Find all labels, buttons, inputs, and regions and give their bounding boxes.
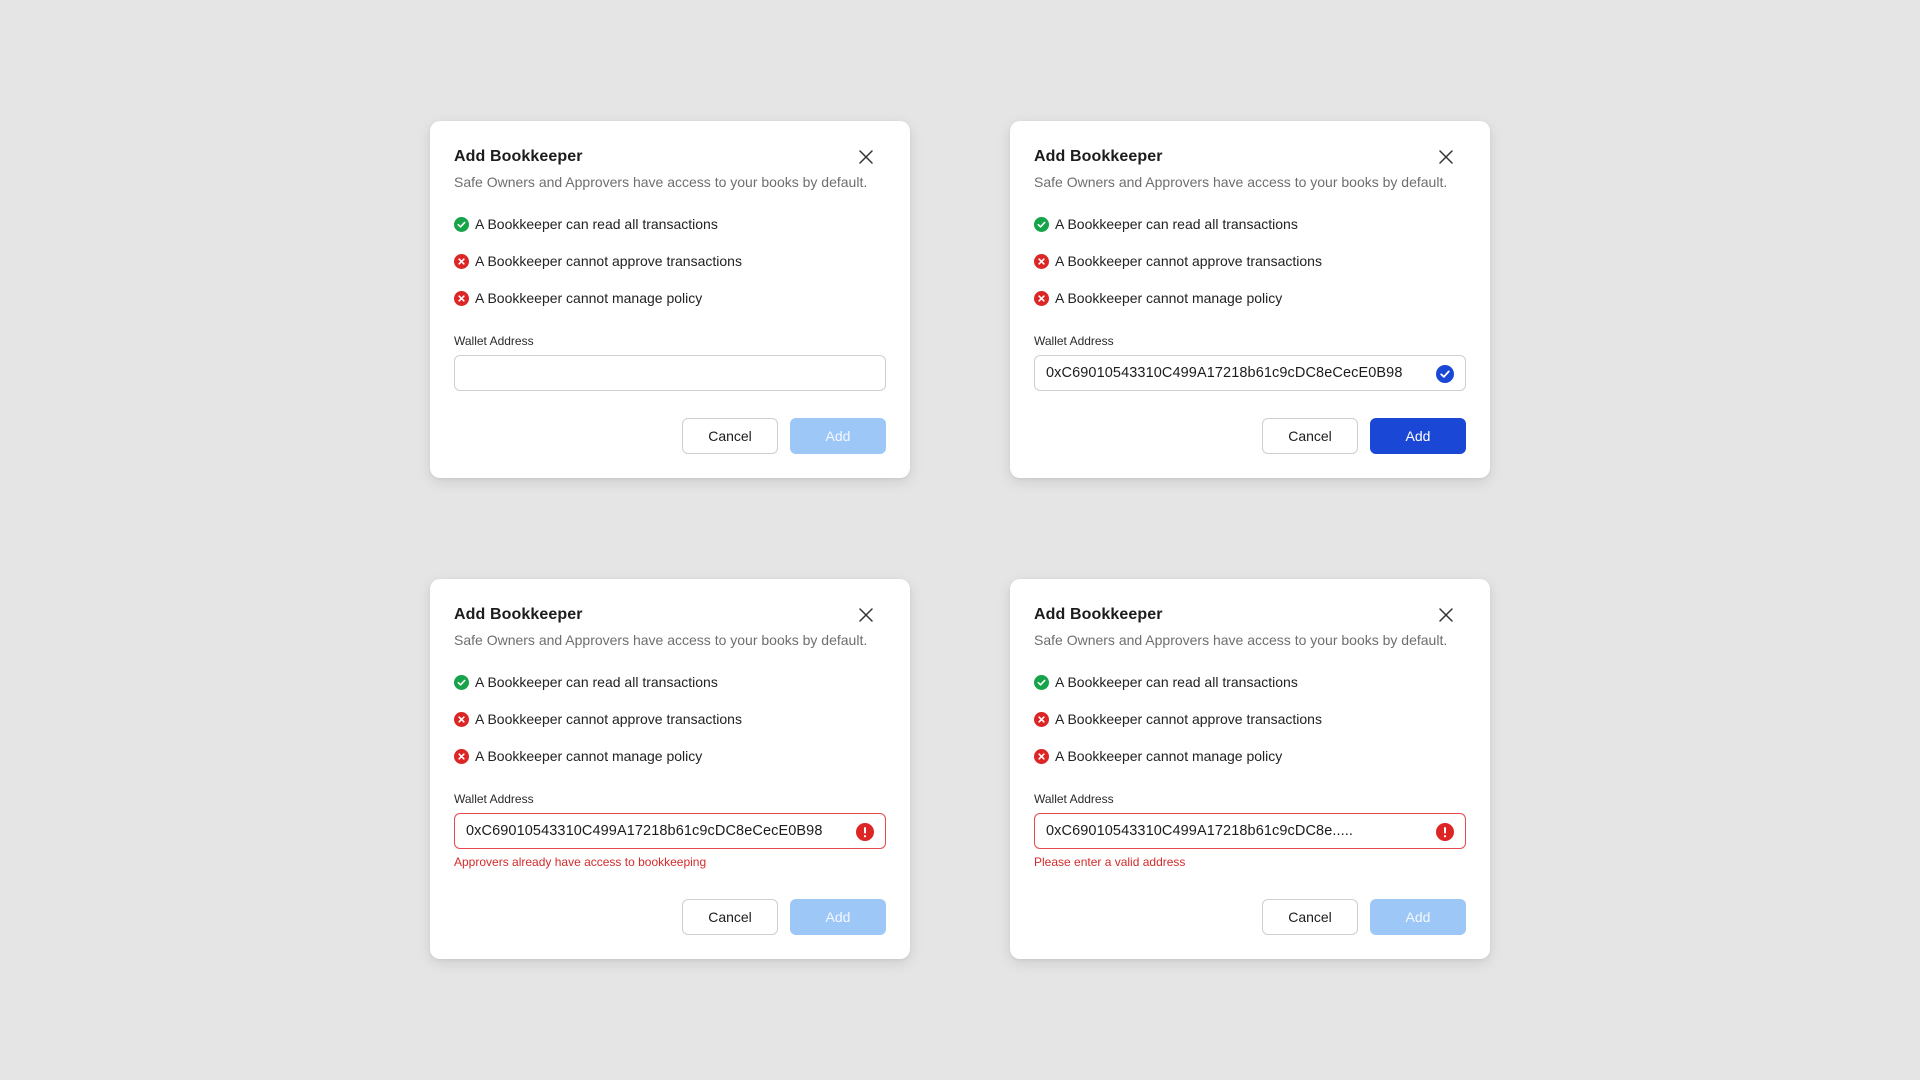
error-alert-icon [856,823,874,841]
x-circle-icon [454,253,469,269]
valid-check-icon [1436,365,1454,383]
add-button[interactable]: Add [1370,418,1466,454]
cancel-button[interactable]: Cancel [1262,899,1358,935]
permission-label: A Bookkeeper cannot manage policy [475,290,703,306]
wallet-address-field [1034,813,1466,849]
permission-label: A Bookkeeper cannot approve transactions [1055,253,1322,269]
permission-item: A Bookkeeper cannot approve transactions [1034,251,1466,271]
x-circle-icon [1034,253,1049,269]
dialog-actions: Cancel Add [1262,418,1466,454]
permission-label: A Bookkeeper cannot approve transactions [1055,711,1322,727]
dialog-title: Add Bookkeeper [454,606,583,623]
x-circle-icon [454,748,469,764]
error-alert-icon [1436,823,1454,841]
wallet-address-input[interactable] [1035,356,1415,390]
dialog-actions: Cancel Add [682,418,886,454]
close-icon [859,608,873,622]
permission-list: A Bookkeeper can read all transactions A… [454,672,886,766]
permission-label: A Bookkeeper cannot approve transactions [475,711,742,727]
permission-label: A Bookkeeper cannot manage policy [1055,290,1283,306]
check-circle-icon [454,674,469,690]
permission-item: A Bookkeeper can read all transactions [454,214,886,234]
permission-label: A Bookkeeper cannot manage policy [1055,748,1283,764]
add-bookkeeper-dialog-empty: Add Bookkeeper Safe Owners and Approvers… [430,121,910,478]
close-icon [859,150,873,164]
permission-label: A Bookkeeper cannot manage policy [475,748,703,764]
permission-item: A Bookkeeper can read all transactions [454,672,886,692]
dialog-actions: Cancel Add [1262,899,1466,935]
permission-item: A Bookkeeper cannot manage policy [1034,288,1466,308]
x-circle-icon [454,711,469,727]
dialog-subtitle: Safe Owners and Approvers have access to… [1034,174,1448,190]
wallet-address-field [454,355,886,391]
dialog-header: Add Bookkeeper [1034,145,1466,169]
permission-item: A Bookkeeper can read all transactions [1034,214,1466,234]
cancel-button[interactable]: Cancel [682,418,778,454]
dialog-title: Add Bookkeeper [1034,148,1163,165]
permission-label: A Bookkeeper can read all transactions [1055,674,1298,690]
cancel-button[interactable]: Cancel [682,899,778,935]
permission-label: A Bookkeeper can read all transactions [475,674,718,690]
cancel-button[interactable]: Cancel [1262,418,1358,454]
permission-item: A Bookkeeper cannot approve transactions [454,251,886,271]
check-circle-icon [1034,674,1049,690]
permission-item: A Bookkeeper cannot manage policy [454,746,886,766]
dialog-subtitle: Safe Owners and Approvers have access to… [1034,632,1448,648]
permission-item: A Bookkeeper cannot approve transactions [454,709,886,729]
x-circle-icon [1034,290,1049,306]
permission-list: A Bookkeeper can read all transactions A… [1034,214,1466,308]
wallet-error-message: Please enter a valid address [1034,855,1186,869]
dialog-header: Add Bookkeeper [1034,603,1466,627]
add-bookkeeper-dialog-valid: Add Bookkeeper Safe Owners and Approvers… [1010,121,1490,478]
add-button[interactable]: Add [790,418,886,454]
wallet-address-label: Wallet Address [454,792,534,806]
check-circle-icon [454,216,469,232]
add-button[interactable]: Add [1370,899,1466,935]
dialog-subtitle: Safe Owners and Approvers have access to… [454,174,868,190]
wallet-address-label: Wallet Address [454,334,534,348]
close-icon [1439,150,1453,164]
dialog-title: Add Bookkeeper [454,148,583,165]
wallet-address-field [1034,355,1466,391]
x-circle-icon [1034,711,1049,727]
permission-list: A Bookkeeper can read all transactions A… [1034,672,1466,766]
permission-label: A Bookkeeper cannot approve transactions [475,253,742,269]
wallet-address-label: Wallet Address [1034,792,1114,806]
wallet-error-message: Approvers already have access to bookkee… [454,855,707,869]
dialog-actions: Cancel Add [682,899,886,935]
x-circle-icon [1034,748,1049,764]
wallet-address-field [454,813,886,849]
permission-label: A Bookkeeper can read all transactions [1055,216,1298,232]
dialog-header: Add Bookkeeper [454,603,886,627]
add-bookkeeper-dialog-error-approver: Add Bookkeeper Safe Owners and Approvers… [430,579,910,959]
close-button[interactable] [856,605,876,625]
x-circle-icon [454,290,469,306]
permission-item: A Bookkeeper cannot manage policy [454,288,886,308]
add-bookkeeper-dialog-error-invalid: Add Bookkeeper Safe Owners and Approvers… [1010,579,1490,959]
add-button[interactable]: Add [790,899,886,935]
permission-label: A Bookkeeper can read all transactions [475,216,718,232]
permission-item: A Bookkeeper cannot manage policy [1034,746,1466,766]
wallet-address-input[interactable] [455,814,835,848]
close-icon [1439,608,1453,622]
close-button[interactable] [1436,147,1456,167]
permission-item: A Bookkeeper cannot approve transactions [1034,709,1466,729]
wallet-address-input[interactable] [455,356,835,390]
close-button[interactable] [1436,605,1456,625]
dialog-title: Add Bookkeeper [1034,606,1163,623]
wallet-address-input[interactable] [1035,814,1415,848]
dialog-header: Add Bookkeeper [454,145,886,169]
permission-list: A Bookkeeper can read all transactions A… [454,214,886,308]
close-button[interactable] [856,147,876,167]
check-circle-icon [1034,216,1049,232]
permission-item: A Bookkeeper can read all transactions [1034,672,1466,692]
canvas: Add Bookkeeper Safe Owners and Approvers… [0,0,1920,1080]
dialog-subtitle: Safe Owners and Approvers have access to… [454,632,868,648]
wallet-address-label: Wallet Address [1034,334,1114,348]
